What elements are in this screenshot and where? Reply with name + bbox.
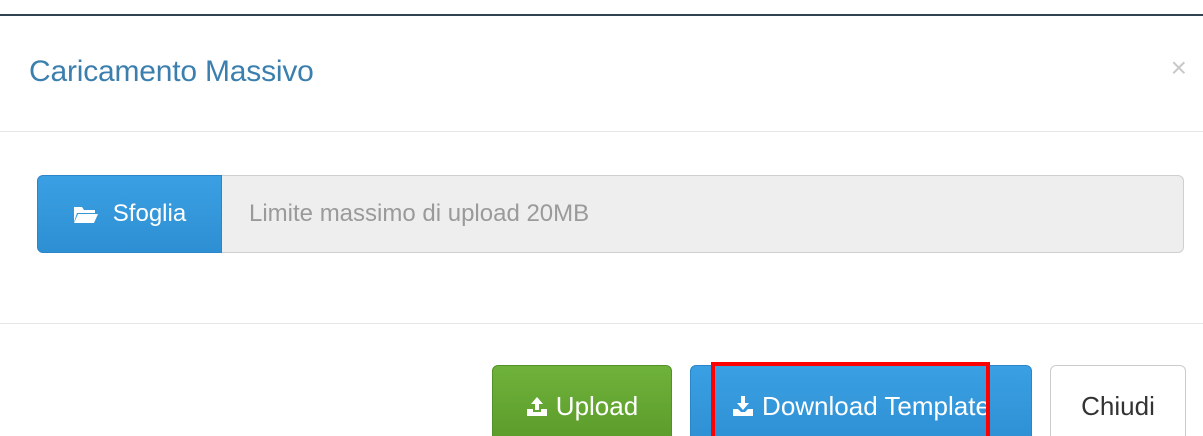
browse-button[interactable]: Sfoglia [37, 175, 222, 253]
file-path-field[interactable] [222, 175, 1184, 253]
file-input-group: Sfoglia [37, 175, 1184, 253]
browse-button-label: Sfoglia [112, 200, 187, 227]
download-template-button[interactable]: Download Template [690, 365, 1032, 436]
bulk-upload-modal: Caricamento Massivo × Sfoglia Limite mas… [0, 0, 1203, 436]
close-button[interactable]: Chiudi [1050, 365, 1186, 436]
upload-icon [526, 395, 548, 417]
download-icon [732, 395, 754, 417]
modal-body: Sfoglia [0, 133, 1203, 324]
upload-button-label: Upload [555, 390, 639, 421]
download-template-label: Download Template [762, 390, 990, 421]
folder-open-icon [73, 204, 99, 224]
modal-footer: Upload Download Template Chiudi [0, 325, 1203, 436]
modal-header: Caricamento Massivo × [0, 16, 1203, 132]
modal-title: Caricamento Massivo [29, 55, 314, 88]
upload-button[interactable]: Upload [492, 365, 672, 436]
close-icon[interactable]: × [1171, 54, 1187, 82]
